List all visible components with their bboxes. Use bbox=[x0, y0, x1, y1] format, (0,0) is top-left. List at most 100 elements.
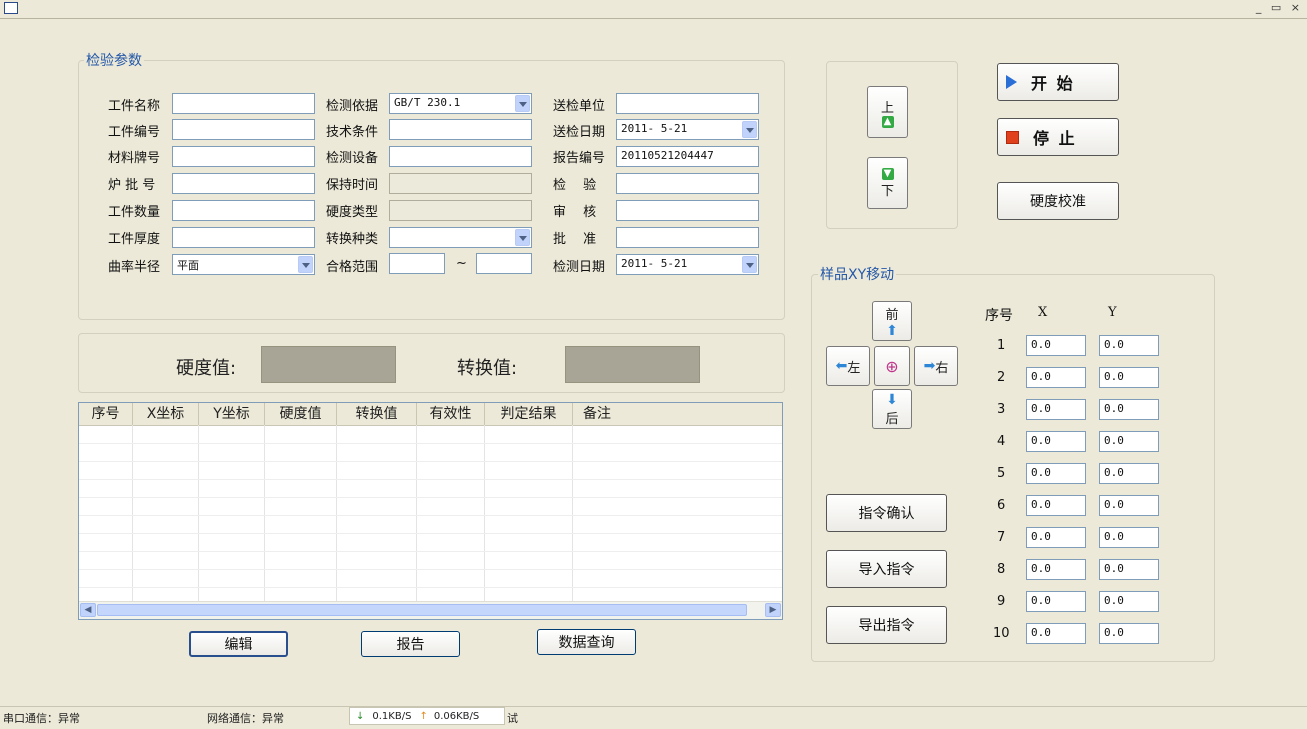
col-header-x[interactable]: X坐标 bbox=[133, 403, 199, 425]
xy-row-x-input[interactable]: 0.0 bbox=[1026, 623, 1086, 644]
speed-widget: ↓ 0.1KB/S ↑ 0.06KB/S bbox=[349, 707, 505, 725]
thickness-input[interactable] bbox=[172, 227, 315, 248]
col-header-y[interactable]: Y坐标 bbox=[199, 403, 265, 425]
xy-row-x-input[interactable]: 0.0 bbox=[1026, 527, 1086, 548]
submit-date-picker[interactable]: 2011- 5-21 bbox=[616, 119, 759, 140]
xy-header-y: Y bbox=[1108, 305, 1117, 320]
reviewer-input[interactable] bbox=[616, 200, 759, 221]
row-line bbox=[79, 587, 782, 588]
calibrate-button[interactable]: 硬度校准 bbox=[997, 182, 1119, 220]
play-icon bbox=[1006, 75, 1017, 89]
approver-input[interactable] bbox=[616, 227, 759, 248]
part-name-input[interactable] bbox=[172, 93, 315, 114]
convert-type-select[interactable] bbox=[389, 227, 532, 248]
xy-row-y-input[interactable]: 0.0 bbox=[1099, 335, 1159, 356]
chevron-down-icon[interactable] bbox=[742, 256, 757, 273]
chevron-down-icon[interactable] bbox=[515, 95, 530, 112]
standard-select[interactable]: GB/T 230.1 bbox=[389, 93, 532, 114]
curvature-select[interactable]: 平面 bbox=[172, 254, 315, 275]
convert-value-box bbox=[565, 346, 700, 383]
app-icon bbox=[4, 2, 18, 14]
col-header-convert[interactable]: 转换值 bbox=[337, 403, 417, 425]
left-button[interactable]: ⬅ 左 bbox=[826, 346, 870, 386]
label-inspector: 检 验 bbox=[553, 178, 597, 193]
down-label: 下 bbox=[880, 183, 894, 199]
up-button[interactable]: 上 ▲ bbox=[867, 86, 908, 138]
xy-row-y-input[interactable]: 0.0 bbox=[1099, 431, 1159, 452]
xy-row-x-input[interactable]: 0.0 bbox=[1026, 559, 1086, 580]
label-part-name: 工件名称 bbox=[108, 99, 161, 114]
results-table[interactable]: 序号 X坐标 Y坐标 硬度值 转换值 有效性 判定结果 备注 ◀ ▶ bbox=[78, 402, 783, 620]
report-no-input[interactable]: 20110521204447 bbox=[616, 146, 759, 167]
label-test-date: 检测日期 bbox=[553, 260, 606, 275]
xy-row-y-input[interactable]: 0.0 bbox=[1099, 591, 1159, 612]
inspector-input[interactable] bbox=[616, 173, 759, 194]
upload-speed: 0.06KB/S bbox=[433, 710, 480, 722]
batch-input[interactable] bbox=[172, 173, 315, 194]
equipment-input[interactable] bbox=[389, 146, 532, 167]
start-button[interactable]: 开 始 bbox=[997, 63, 1119, 101]
chevron-down-icon[interactable] bbox=[515, 229, 530, 246]
test-date-picker[interactable]: 2011- 5-21 bbox=[616, 254, 759, 275]
xy-row-x-input[interactable]: 0.0 bbox=[1026, 399, 1086, 420]
col-line bbox=[336, 425, 337, 601]
col-header-result[interactable]: 判定结果 bbox=[485, 403, 573, 425]
xy-row-no: 1 bbox=[997, 338, 1006, 353]
xy-row-x-input[interactable]: 0.0 bbox=[1026, 591, 1086, 612]
label-reviewer: 审 核 bbox=[553, 205, 597, 220]
scroll-thumb[interactable] bbox=[97, 604, 747, 616]
client-input[interactable] bbox=[616, 93, 759, 114]
label-submit-date: 送检日期 bbox=[553, 125, 606, 140]
import-command-button[interactable]: 导入指令 bbox=[826, 550, 947, 588]
xy-row-no: 7 bbox=[997, 530, 1006, 545]
right-button[interactable]: ➡ 右 bbox=[914, 346, 958, 386]
scroll-left-icon[interactable]: ◀ bbox=[80, 603, 96, 617]
col-line bbox=[264, 425, 265, 601]
title-bar bbox=[0, 0, 1307, 19]
back-label: 后 bbox=[885, 411, 899, 427]
xy-row-x-input[interactable]: 0.0 bbox=[1026, 431, 1086, 452]
report-button[interactable]: 报告 bbox=[361, 631, 460, 657]
quantity-input[interactable] bbox=[172, 200, 315, 221]
xy-row-no: 6 bbox=[997, 498, 1006, 513]
col-header-valid[interactable]: 有效性 bbox=[417, 403, 485, 425]
query-button[interactable]: 数据查询 bbox=[537, 629, 636, 655]
tech-cond-input[interactable] bbox=[389, 119, 532, 140]
curvature-value: 平面 bbox=[177, 259, 199, 272]
material-input[interactable] bbox=[172, 146, 315, 167]
xy-row-no: 5 bbox=[997, 466, 1006, 481]
xy-row-y-input[interactable]: 0.0 bbox=[1099, 399, 1159, 420]
xy-row-y-input[interactable]: 0.0 bbox=[1099, 463, 1159, 484]
stop-button[interactable]: 停 止 bbox=[997, 118, 1119, 156]
edit-button[interactable]: 编辑 bbox=[189, 631, 288, 657]
front-button[interactable]: 前 ⬆ bbox=[872, 301, 912, 341]
chevron-down-icon[interactable] bbox=[742, 121, 757, 138]
horizontal-scrollbar[interactable]: ◀ ▶ bbox=[79, 601, 782, 619]
down-button[interactable]: ▼ 下 bbox=[867, 157, 908, 209]
row-line bbox=[79, 443, 782, 444]
xy-row-x-input[interactable]: 0.0 bbox=[1026, 463, 1086, 484]
part-no-input[interactable] bbox=[172, 119, 315, 140]
col-header-remark[interactable]: 备注 bbox=[573, 403, 621, 425]
export-command-button[interactable]: 导出指令 bbox=[826, 606, 947, 644]
xy-row-y-input[interactable]: 0.0 bbox=[1099, 495, 1159, 516]
serial-status: 串口通信：异常 bbox=[3, 712, 80, 725]
confirm-command-button[interactable]: 指令确认 bbox=[826, 494, 947, 532]
back-button[interactable]: ⬇ 后 bbox=[872, 389, 912, 429]
scroll-right-icon[interactable]: ▶ bbox=[765, 603, 781, 617]
xy-row-y-input[interactable]: 0.0 bbox=[1099, 527, 1159, 548]
chevron-down-icon[interactable] bbox=[298, 256, 313, 273]
label-curvature: 曲率半径 bbox=[108, 260, 161, 275]
col-header-hardness[interactable]: 硬度值 bbox=[265, 403, 337, 425]
window-controls[interactable]: _ ▭ × bbox=[1256, 1, 1303, 14]
xy-row-x-input[interactable]: 0.0 bbox=[1026, 367, 1086, 388]
xy-row-y-input[interactable]: 0.0 bbox=[1099, 367, 1159, 388]
col-header-no[interactable]: 序号 bbox=[79, 403, 133, 425]
xy-row-x-input[interactable]: 0.0 bbox=[1026, 495, 1086, 516]
xy-row-y-input[interactable]: 0.0 bbox=[1099, 559, 1159, 580]
xy-row-y-input[interactable]: 0.0 bbox=[1099, 623, 1159, 644]
range-max-input[interactable] bbox=[476, 253, 532, 274]
center-button[interactable]: ⊕ bbox=[874, 346, 910, 386]
xy-row-x-input[interactable]: 0.0 bbox=[1026, 335, 1086, 356]
range-min-input[interactable] bbox=[389, 253, 445, 274]
